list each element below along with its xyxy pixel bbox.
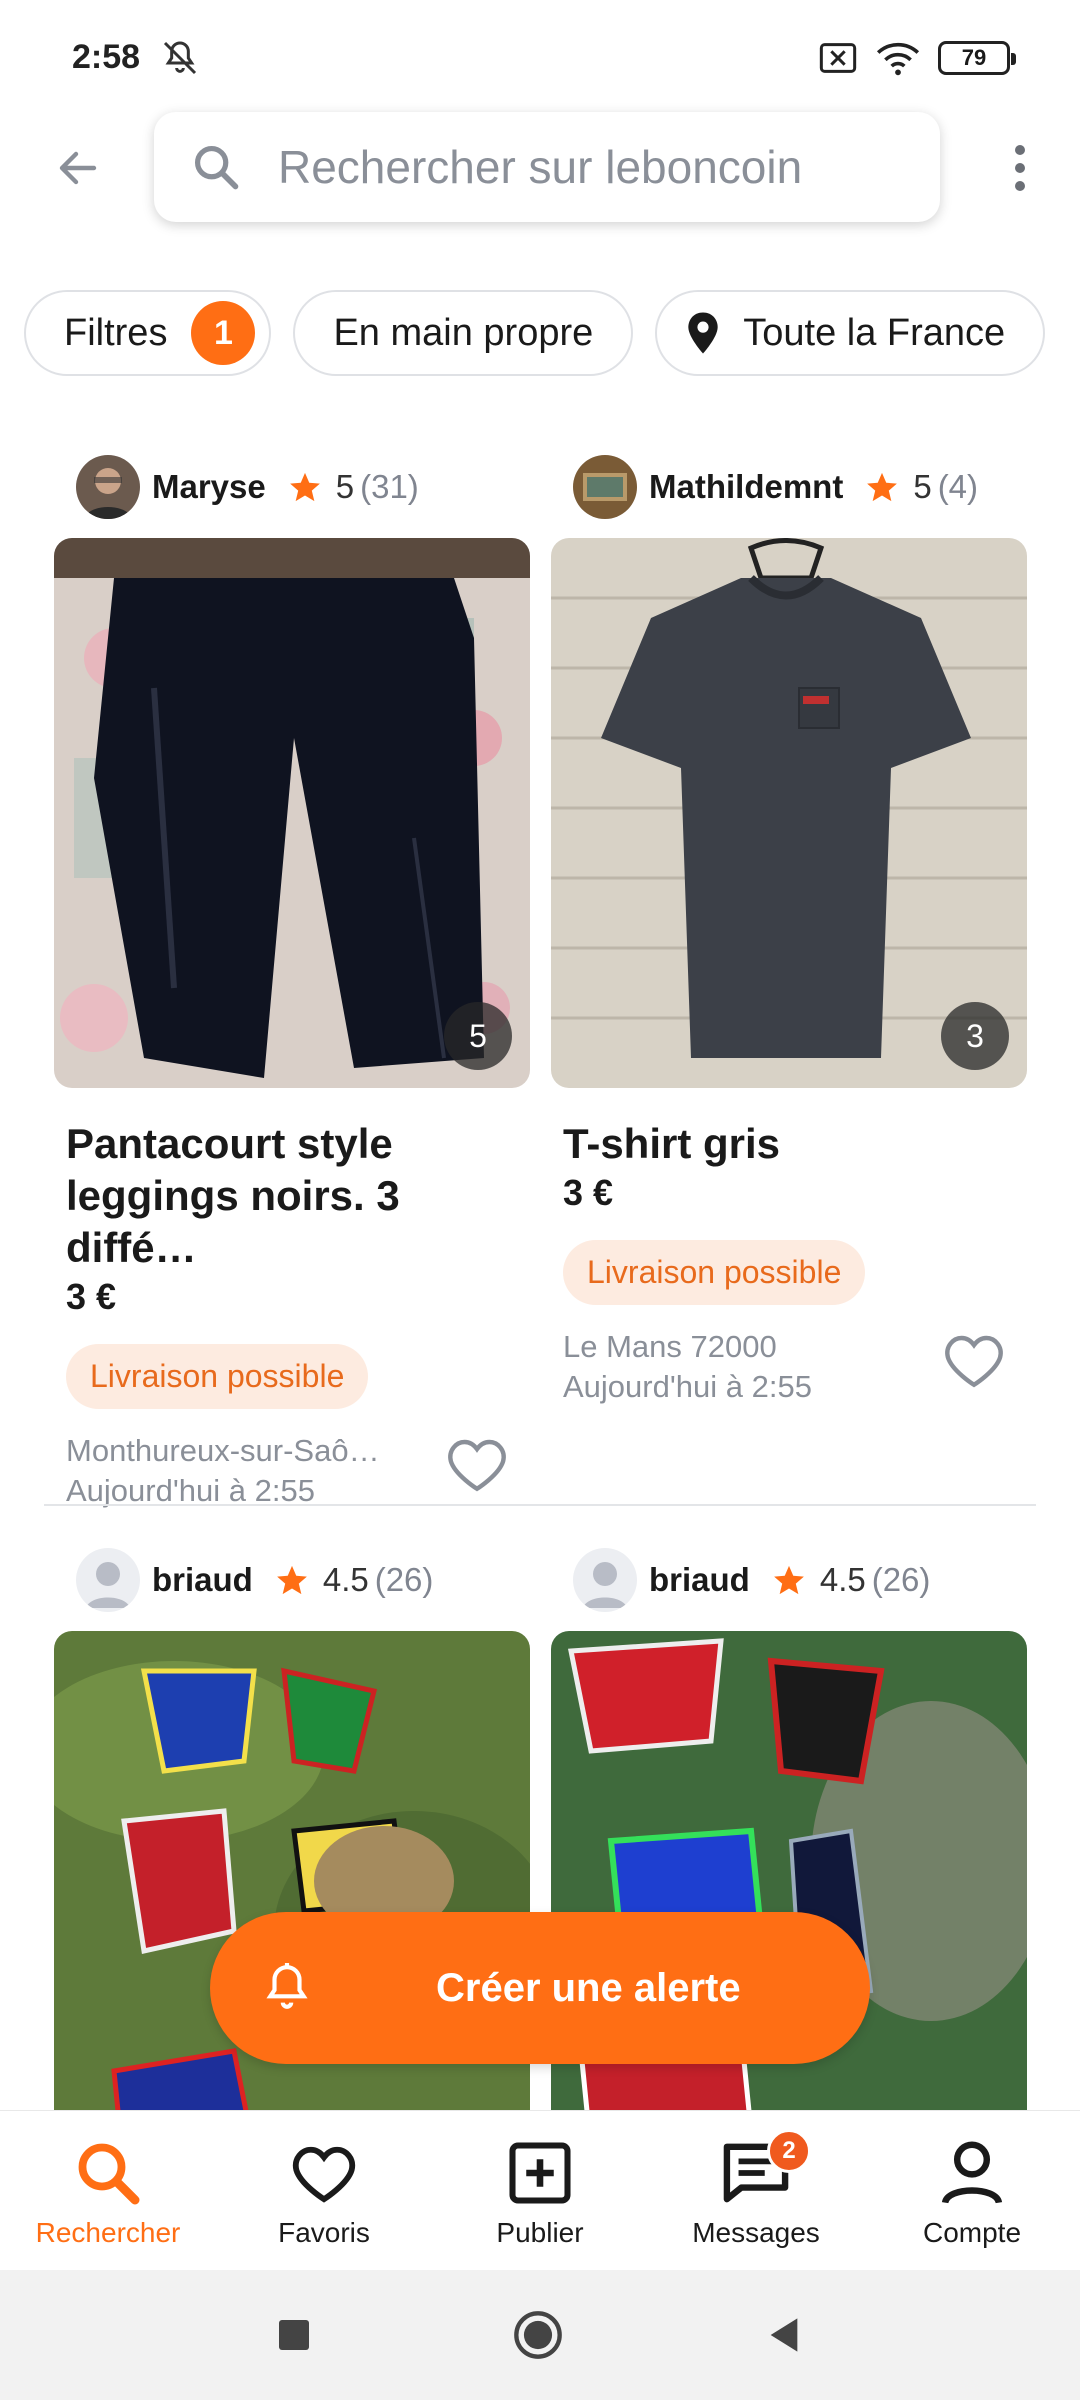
seller-name: Maryse [152,468,266,505]
bell-icon [266,1963,308,2009]
notifications-off-icon [163,41,197,75]
favorite-heart-icon[interactable] [941,1329,1007,1391]
messages-badge: 2 [767,2129,811,2173]
seller-info[interactable]: Maryse 5 (31) [54,452,530,522]
location-pin-icon [688,312,718,354]
review-count: (4) [937,468,979,505]
filters-count-badge: 1 [191,301,256,365]
home-circle-icon[interactable] [512,2309,564,2361]
avatar [76,455,140,519]
seller-name: briaud [649,1561,750,1598]
seller-rating: 4.5 [819,1561,866,1598]
search-icon [78,2143,140,2205]
sim-off-icon [819,43,857,73]
seller-rating: 4.5 [322,1561,369,1598]
seller-rating: 5 [335,468,355,505]
listing-card[interactable]: Maryse 5 (31) 5 Pantacourt style legging… [54,452,530,1511]
avatar [573,455,637,519]
listing-card[interactable]: Mathildemnt 5 (4) 3 T-shirt gris 3 € Liv… [551,452,1027,1407]
nav-label: Compte [922,2217,1022,2248]
seller-name: Mathildemnt [649,468,844,505]
arrow-left-icon [59,151,97,185]
search-placeholder: Rechercher sur leboncoin [278,141,803,193]
listing-photo[interactable]: 5 [54,538,530,1088]
photo-count: 5 [444,1002,512,1070]
seller-name: briaud [152,1561,253,1598]
plus-square-icon [509,2142,571,2204]
back-triangle-icon[interactable] [764,2315,804,2355]
person-icon [941,2141,1003,2204]
nav-label: Messages [692,2217,820,2248]
listing-price: 3 € [66,1276,117,1317]
avatar [573,1548,637,1612]
status-time: 2:58 [72,38,141,76]
listing-price: 3 € [563,1172,614,1213]
listing-photo[interactable]: 3 [551,538,1027,1088]
nav-compte[interactable]: Compte [864,2111,1080,2270]
star-icon [773,1565,804,1595]
filters-chip[interactable]: Filtres 1 [24,290,272,376]
nav-label: Publier [496,2217,584,2248]
wifi-icon [876,42,920,76]
row-divider [44,1504,1036,1506]
bottom-navigation: Rechercher Favoris Publier 2 Messages Co… [0,2110,1080,2270]
nav-rechercher[interactable]: Rechercher [0,2111,216,2270]
nav-label: Favoris [278,2217,370,2248]
avatar [76,1548,140,1612]
listing-title: T-shirt gris [563,1120,781,1167]
status-bar: 2:58 79 [0,0,1080,110]
listing-meta: Monthureux-sur-Saô… Aujourd'hui à 2:55 [54,1431,530,1511]
search-input[interactable]: Rechercher sur leboncoin [154,112,940,222]
battery-icon: 79 [938,41,1016,75]
recents-square-icon[interactable] [276,2317,312,2353]
nav-publier[interactable]: Publier [432,2111,648,2270]
back-button[interactable] [50,140,106,196]
delivery-mode-label: En main propre [333,311,594,354]
nav-messages[interactable]: 2 Messages [648,2111,864,2270]
nav-favoris[interactable]: Favoris [216,2111,432,2270]
delivery-badge: Livraison possible [66,1344,369,1409]
delivery-badge: Livraison possible [563,1240,866,1305]
favorite-heart-icon[interactable] [444,1433,510,1495]
nav-label: Rechercher [35,2217,181,2248]
more-options-button[interactable] [1000,140,1040,196]
filters-label: Filtres [64,311,168,354]
listing-title: Pantacourt style leggings noirs. 3 diffé… [66,1120,400,1271]
review-count: (31) [360,468,419,505]
seller-info[interactable]: briaud 4.5 (26) [54,1545,530,1615]
search-icon [194,145,239,190]
location-chip[interactable]: Toute la France [655,290,1046,376]
star-icon [289,472,320,502]
create-alert-label: Créer une alerte [436,1965,741,2010]
photo-count: 3 [941,1002,1009,1070]
listing-meta: Le Mans 72000 Aujourd'hui à 2:55 [551,1327,1027,1407]
location-label: Toute la France [743,311,1006,354]
review-count: (26) [871,1561,931,1598]
system-navigation-bar [0,2270,1080,2400]
review-count: (26) [374,1561,434,1598]
create-alert-button[interactable]: Créer une alerte [210,1912,870,2064]
battery-level: 79 [961,45,987,70]
delivery-mode-chip[interactable]: En main propre [293,290,634,376]
seller-rating: 5 [913,468,932,505]
seller-info[interactable]: Mathildemnt 5 (4) [551,452,1027,522]
star-icon [867,472,898,502]
filter-chips: Filtres 1 En main propre Toute la France [24,290,1046,376]
star-icon [276,1565,307,1595]
seller-info[interactable]: briaud 4.5 (26) [551,1545,1027,1615]
heart-icon [292,2146,356,2203]
